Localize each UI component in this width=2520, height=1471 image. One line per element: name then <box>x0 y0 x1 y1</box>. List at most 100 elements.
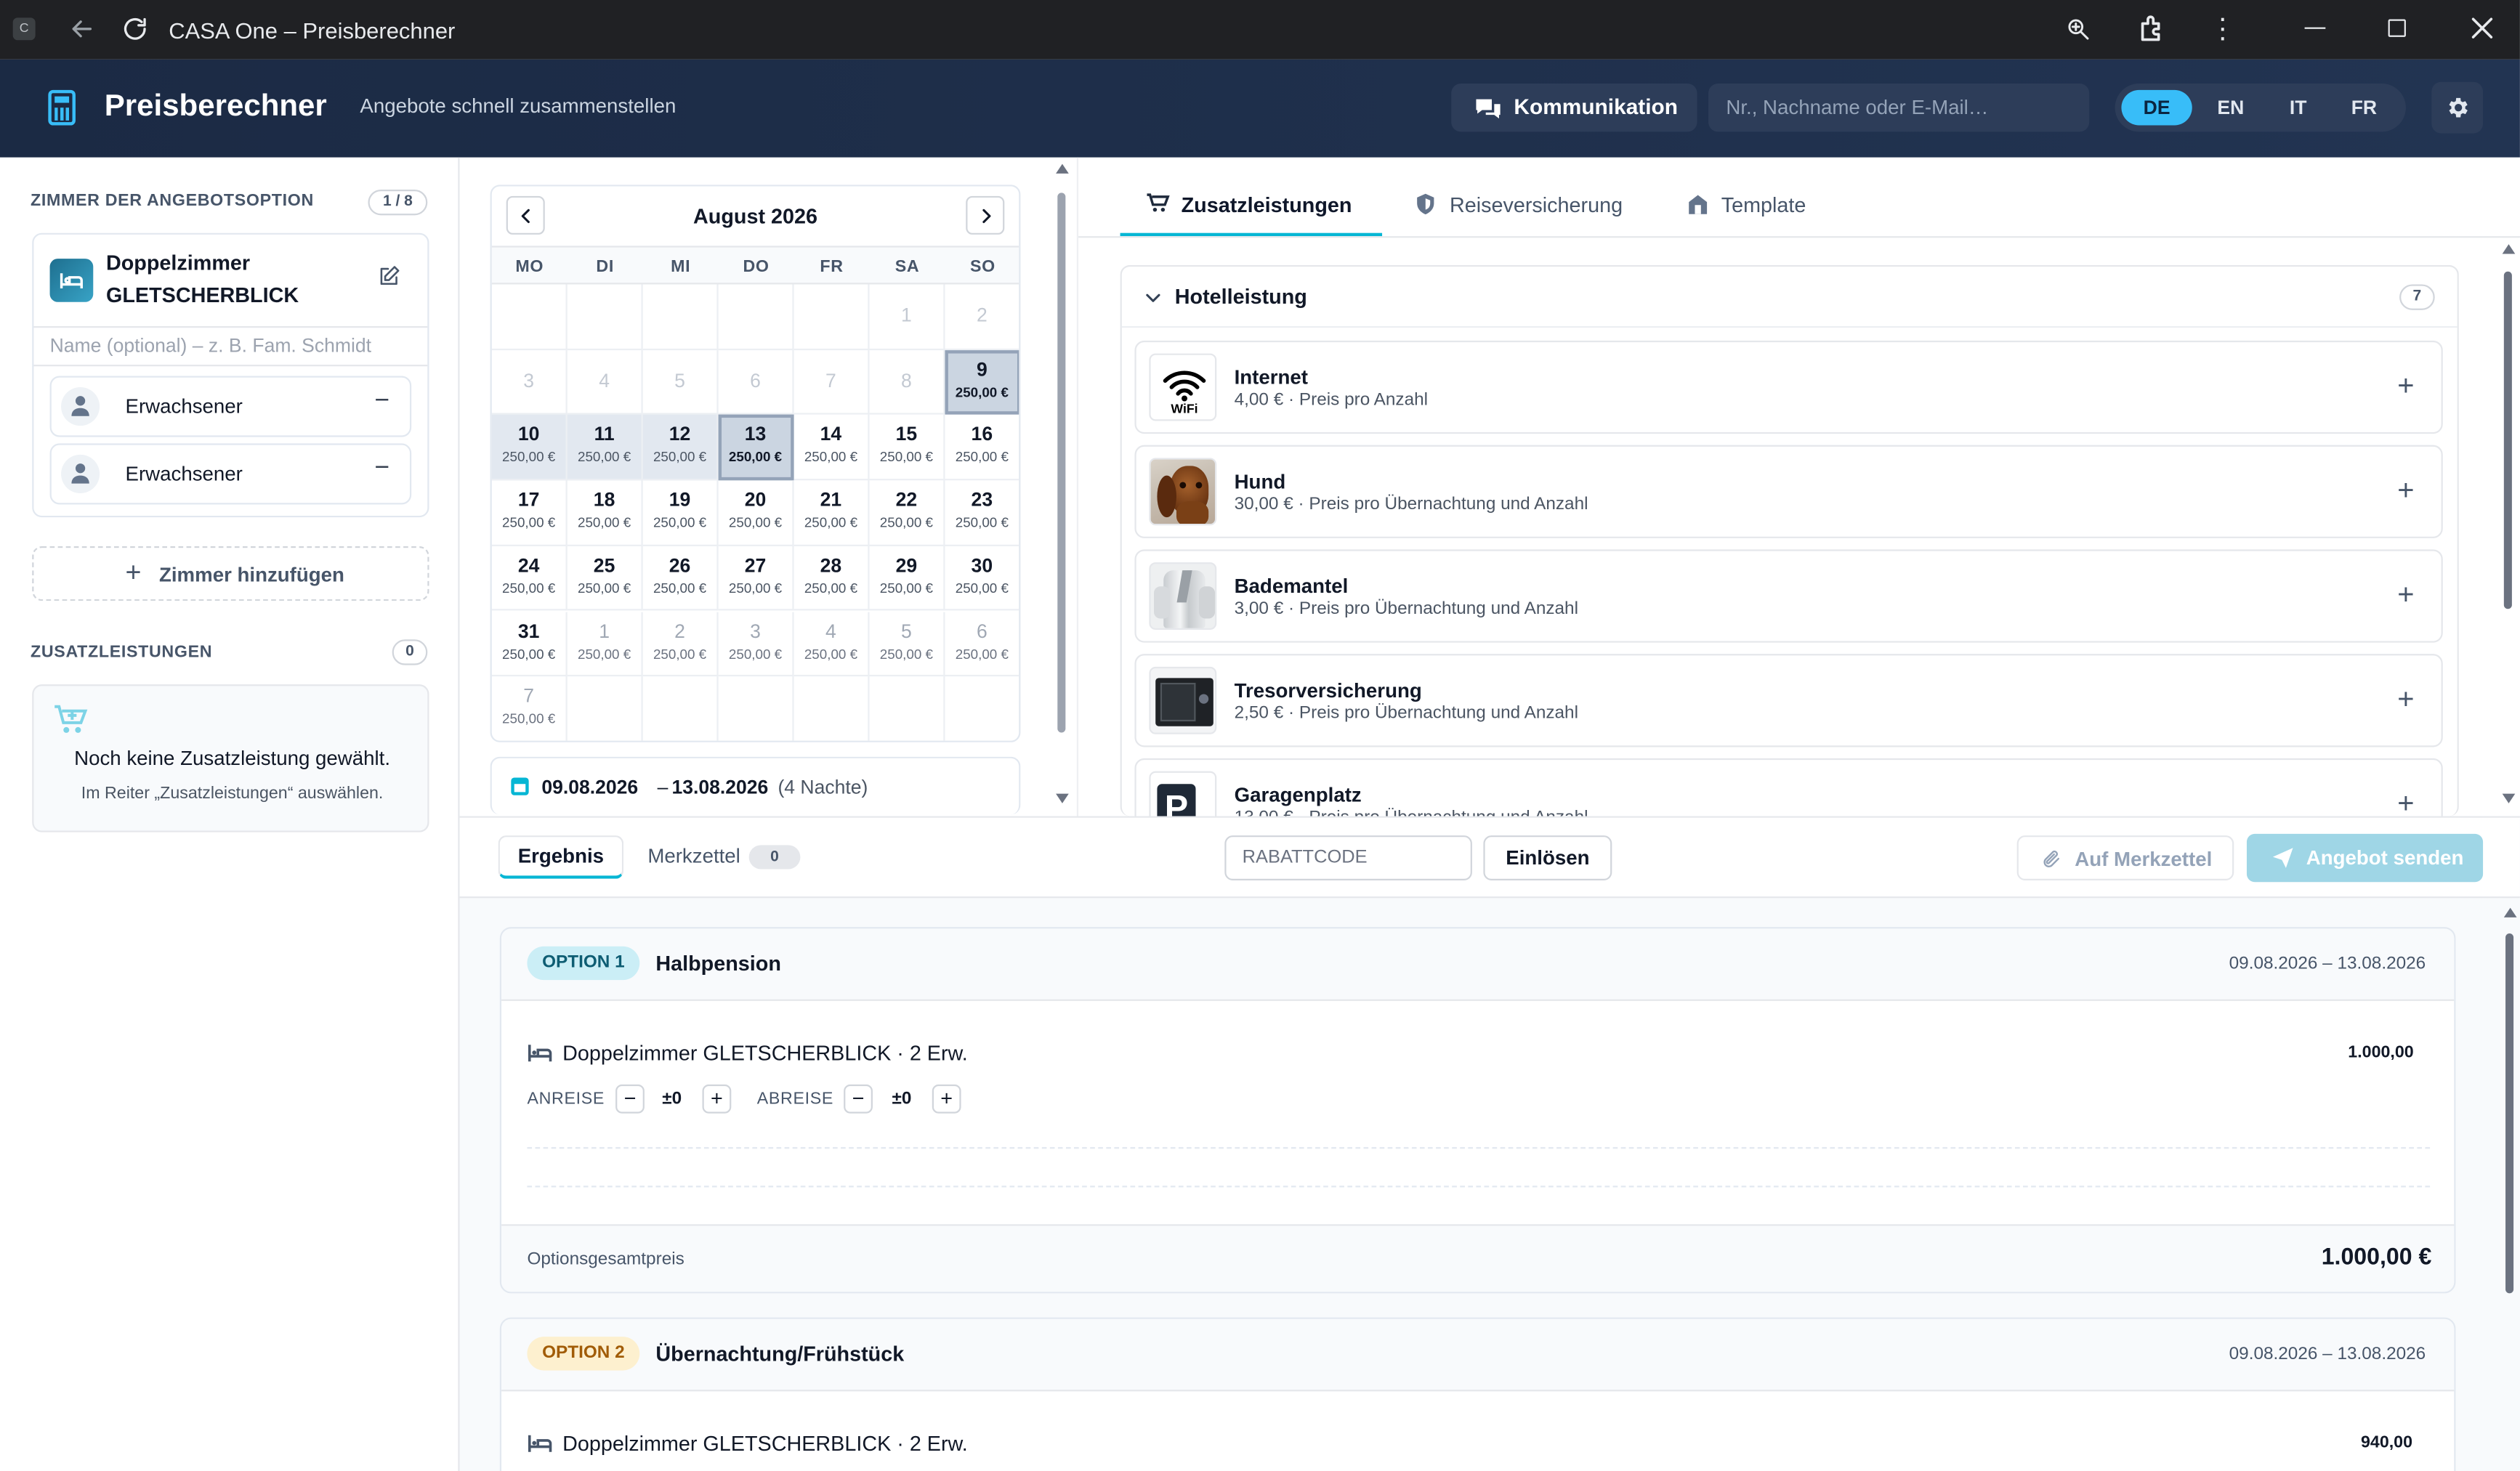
arrival-minus-button[interactable]: − <box>615 1084 645 1114</box>
calendar-scrollbar[interactable] <box>1054 163 1070 810</box>
day-number: 2 <box>674 619 685 642</box>
tab-template[interactable]: Template <box>1686 180 1846 236</box>
add-service-button[interactable]: + <box>2386 786 2425 816</box>
calendar-day[interactable]: 11 250,00 € <box>567 415 643 481</box>
departure-minus-button[interactable]: − <box>844 1084 873 1114</box>
service-item-garagenplatz[interactable]: P Garagenplatz 13,00 € · Preis pro Übern… <box>1134 758 2443 816</box>
calendar-day[interactable]: 21 250,00 € <box>793 480 870 546</box>
maximize-icon[interactable] <box>2388 19 2406 37</box>
calendar-day[interactable]: 2 250,00 € <box>642 611 719 677</box>
add-room-button[interactable]: + Zimmer hinzufügen <box>32 546 429 601</box>
tab-extras[interactable]: Zusatzleistungen <box>1120 180 1383 237</box>
close-window-icon[interactable] <box>2470 16 2494 48</box>
add-service-button[interactable]: + <box>2386 577 2425 615</box>
zoom-icon[interactable] <box>2065 16 2091 49</box>
calendar-day[interactable]: 22 250,00 € <box>869 480 945 546</box>
results-scrollbar[interactable] <box>2503 907 2519 1470</box>
coupon-input[interactable]: RABATTCODE <box>1224 835 1472 881</box>
tab-result[interactable]: Ergebnis <box>498 835 624 879</box>
search-placeholder: Nr., Nachname oder E-Mail… <box>1726 96 1989 119</box>
reload-icon[interactable] <box>121 15 150 44</box>
calendar-day[interactable]: 7 250,00 € <box>491 676 568 741</box>
service-desc: Preis pro Übernachtung und Anzahl <box>1299 599 1578 619</box>
person-icon <box>61 454 100 493</box>
tab-insurance[interactable]: Reiseversicherung <box>1414 180 1655 236</box>
calendar-day[interactable]: 29 250,00 € <box>869 546 945 612</box>
calendar-day[interactable]: 10 250,00 € <box>491 415 568 481</box>
calendar-day[interactable]: 5 250,00 € <box>869 611 945 677</box>
range-to: 13.08.2026 <box>671 776 769 799</box>
communication-button[interactable]: Kommunikation <box>1451 84 1697 132</box>
search-input[interactable]: Nr., Nachname oder E-Mail… <box>1708 84 2090 132</box>
arrival-plus-button[interactable]: + <box>702 1084 732 1114</box>
calendar-day[interactable]: 9 250,00 € <box>945 349 1019 416</box>
day-number: 7 <box>523 684 535 708</box>
calendar-day[interactable]: 24 250,00 € <box>491 546 568 612</box>
calendar-day[interactable]: 1 250,00 € <box>567 611 643 677</box>
option-badge: OPTION 1 <box>527 946 640 981</box>
tab-notes[interactable]: Merkzettel <box>647 845 740 867</box>
calendar-day[interactable]: 18 250,00 € <box>567 480 643 546</box>
option-header: OPTION 2 Übernachtung/Frühstück 09.08.20… <box>501 1318 2455 1392</box>
lang-en[interactable]: EN <box>2199 90 2263 126</box>
lang-it[interactable]: IT <box>2266 90 2330 126</box>
lang-fr[interactable]: FR <box>2332 90 2396 126</box>
redeem-button[interactable]: Einlösen <box>1483 835 1612 881</box>
calendar-day[interactable]: 27 250,00 € <box>718 546 794 612</box>
tab-insurance-label: Reiseversicherung <box>1449 193 1623 217</box>
extensions-icon[interactable] <box>2136 13 2168 53</box>
remove-guest-button[interactable]: − <box>374 455 389 484</box>
calendar-day[interactable]: 26 250,00 € <box>642 546 719 612</box>
wifi-icon: WiFi <box>1149 353 1217 421</box>
service-item-bademantel[interactable]: Bademantel 3,00 € · Preis pro Übernachtu… <box>1134 549 2443 643</box>
departure-offset: ±0 <box>892 1089 912 1109</box>
calendar-day[interactable]: 23 250,00 € <box>945 481 1019 546</box>
service-item-tresorversicherung[interactable]: Tresorversicherung 2,50 € · Preis pro Üb… <box>1134 654 2443 747</box>
day-price: 250,00 € <box>728 644 783 662</box>
departure-plus-button[interactable]: + <box>932 1084 961 1114</box>
service-item-internet[interactable]: WiFi Internet 4,00 € · Preis pro Anzahl … <box>1134 340 2443 434</box>
day-number: 21 <box>820 488 842 511</box>
calendar-day[interactable]: 31 250,00 € <box>491 611 568 677</box>
calendar-day[interactable]: 14 250,00 € <box>793 415 870 481</box>
service-price-line: 13,00 € · Preis pro Übernachtung und Anz… <box>1235 808 1588 816</box>
calendar-day[interactable]: 30 250,00 € <box>945 546 1019 612</box>
group-header[interactable]: Hotelleistung 7 <box>1121 267 2458 328</box>
menu-kebab-icon[interactable]: · · · <box>2211 3 2234 51</box>
calendar-day[interactable]: 19 250,00 € <box>642 480 719 546</box>
divider <box>33 365 428 367</box>
extras-empty-state: Noch keine Zusatzleistung gewählt. Im Re… <box>32 684 429 832</box>
next-month-button[interactable] <box>966 195 1005 235</box>
departure-label: ABREISE <box>756 1089 834 1109</box>
calendar-day: 4 <box>567 349 643 416</box>
group-title: Hotelleistung <box>1174 284 1307 309</box>
calendar-day[interactable]: 6 250,00 € <box>945 612 1019 677</box>
add-service-button[interactable]: + <box>2386 368 2425 406</box>
calendar-empty-cell <box>567 676 643 741</box>
calendar-day[interactable]: 17 250,00 € <box>491 480 568 546</box>
calendar-day[interactable]: 4 250,00 € <box>793 611 870 677</box>
calendar-day[interactable]: 25 250,00 € <box>567 546 643 612</box>
minimize-icon[interactable] <box>2304 27 2326 29</box>
edit-icon[interactable] <box>378 265 400 296</box>
calendar-day[interactable]: 13 250,00 € <box>718 415 794 481</box>
save-to-notes-button[interactable]: Auf Merkzettel <box>2016 835 2234 881</box>
calendar-day[interactable]: 15 250,00 € <box>869 415 945 481</box>
room-name-input[interactable]: Name (optional) – z. B. Fam. Schmidt <box>50 331 412 363</box>
calendar-day[interactable]: 12 250,00 € <box>642 415 719 481</box>
calendar-day[interactable]: 16 250,00 € <box>945 415 1019 481</box>
add-service-button[interactable]: + <box>2386 681 2425 720</box>
send-offer-button[interactable]: Angebot senden <box>2246 833 2484 883</box>
service-item-hund[interactable]: Hund 30,00 € · Preis pro Übernachtung un… <box>1134 445 2443 538</box>
calendar-day[interactable]: 20 250,00 € <box>718 480 794 546</box>
calendar-day[interactable]: 3 250,00 € <box>718 611 794 677</box>
remove-guest-button[interactable]: − <box>374 387 389 416</box>
add-service-button[interactable]: + <box>2386 472 2425 511</box>
back-icon[interactable] <box>68 15 97 44</box>
day-number: 23 <box>971 488 993 511</box>
services-scrollbar[interactable] <box>2500 244 2516 806</box>
day-number: 24 <box>517 554 540 577</box>
settings-button[interactable] <box>2431 81 2484 134</box>
calendar-day[interactable]: 28 250,00 € <box>793 546 870 612</box>
lang-de[interactable]: DE <box>2121 89 2192 126</box>
